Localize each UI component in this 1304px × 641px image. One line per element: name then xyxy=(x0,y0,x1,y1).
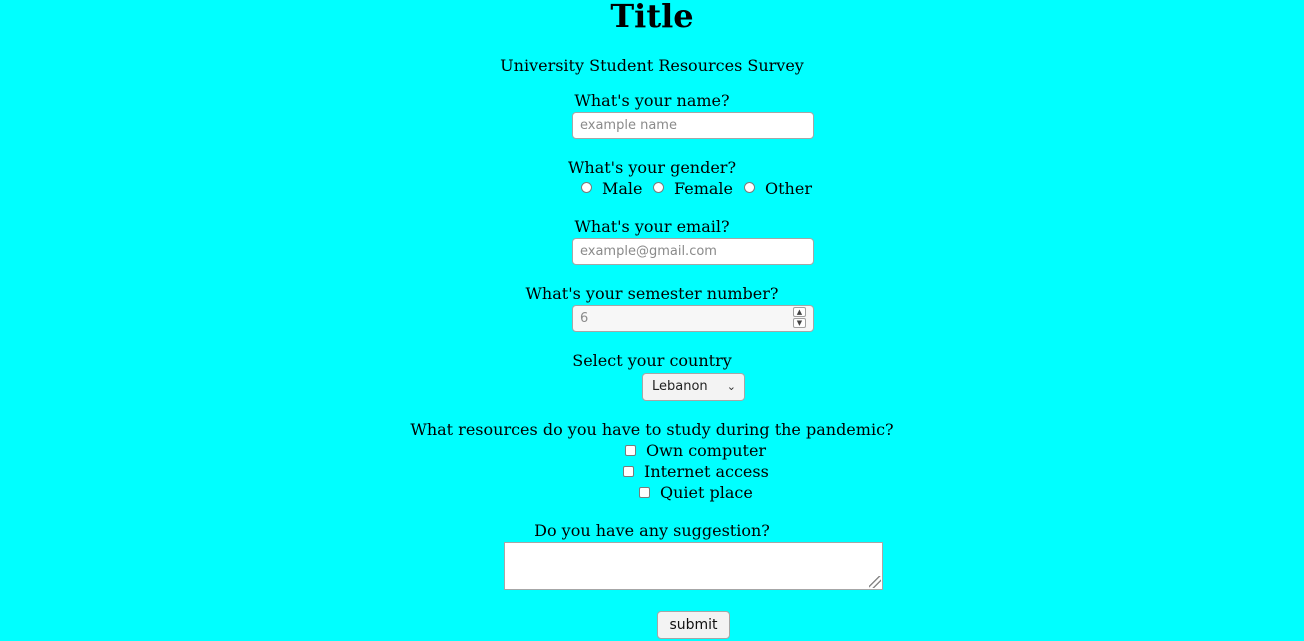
gender-radio-female[interactable] xyxy=(653,182,664,193)
suggestion-textarea[interactable] xyxy=(504,542,883,590)
name-input[interactable] xyxy=(572,112,814,139)
country-select[interactable]: Lebanon ⌄ xyxy=(642,373,745,401)
name-label: What's your name? xyxy=(574,91,730,110)
chevron-down-icon: ⌄ xyxy=(726,380,736,393)
resources-label: What resources do you have to study duri… xyxy=(410,420,894,439)
email-label: What's your email? xyxy=(574,217,730,236)
country-select-value: Lebanon xyxy=(652,379,708,394)
chevron-down-icon[interactable]: ▼ xyxy=(793,318,806,328)
gender-radio-group: Male Female Other xyxy=(0,179,1304,199)
gender-option-label: Other xyxy=(765,179,812,198)
checkbox-internet-access[interactable] xyxy=(623,466,634,477)
semester-number-input[interactable] xyxy=(572,305,814,332)
checkbox-label: Quiet place xyxy=(660,483,753,502)
checkbox-label: Own computer xyxy=(646,441,767,460)
country-label: Select your country xyxy=(572,351,732,370)
gender-radio-male[interactable] xyxy=(581,182,592,193)
chevron-up-icon[interactable]: ▲ xyxy=(793,307,806,317)
checkbox-own-computer[interactable] xyxy=(625,445,636,456)
survey-subtitle: University Student Resources Survey xyxy=(500,56,804,75)
resize-grip-icon[interactable] xyxy=(869,576,881,588)
gender-option-label: Male xyxy=(602,179,643,198)
gender-radio-other[interactable] xyxy=(744,182,755,193)
checkbox-quiet-place[interactable] xyxy=(639,487,650,498)
checkbox-label: Internet access xyxy=(644,462,769,481)
semester-label: What's your semester number? xyxy=(525,284,779,303)
gender-option-label: Female xyxy=(674,179,733,198)
survey-page: Title University Student Resources Surve… xyxy=(0,0,1304,641)
email-input[interactable] xyxy=(572,238,814,265)
page-title: Title xyxy=(610,0,694,35)
gender-label: What's your gender? xyxy=(567,158,737,177)
suggestion-label: Do you have any suggestion? xyxy=(534,521,770,540)
submit-button[interactable]: submit xyxy=(657,611,730,639)
